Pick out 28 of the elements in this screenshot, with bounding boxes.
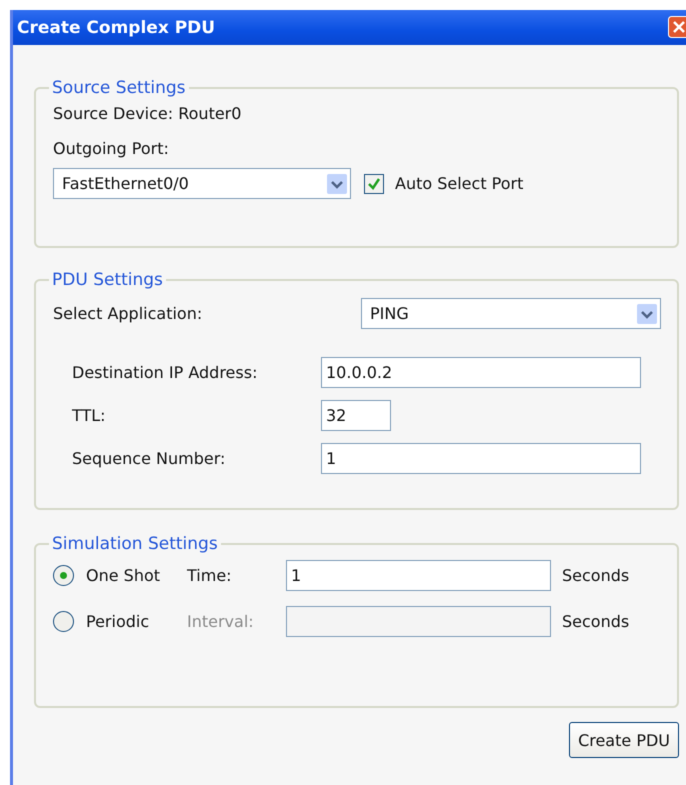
- input-field[interactable]: 1: [286, 560, 551, 591]
- port-dropdown[interactable]: FastEthernet0/0: [53, 168, 351, 199]
- group-title: PDU Settings: [51, 270, 164, 290]
- unit-label: Seconds: [562, 566, 630, 585]
- input-field[interactable]: [286, 606, 551, 637]
- window-title: Create Complex PDU: [17, 18, 216, 38]
- input-field[interactable]: 10.0.0.2: [321, 357, 641, 388]
- field-label: Destination IP Address:: [72, 363, 258, 382]
- radio-button[interactable]: [53, 565, 74, 586]
- unit-label: Seconds: [562, 612, 630, 631]
- checkbox[interactable]: [364, 174, 384, 194]
- group-title: Source Settings: [51, 78, 187, 98]
- application-dropdown[interactable]: PING: [361, 298, 661, 329]
- group-title: Simulation Settings: [51, 534, 219, 554]
- field-label: Sequence Number:: [72, 449, 226, 468]
- close-icon[interactable]: [668, 16, 686, 38]
- radio-label: One Shot: [86, 566, 162, 585]
- outgoing-port-label: Outgoing Port:: [53, 139, 170, 158]
- input-field[interactable]: 32: [321, 400, 391, 431]
- field-label: Interval:: [187, 612, 255, 631]
- input-field[interactable]: 1: [321, 443, 641, 474]
- create-pdu-button[interactable]: Create PDU: [569, 722, 679, 758]
- field-label: Time:: [187, 566, 233, 585]
- source-device-label: Source Device: Router0: [53, 104, 242, 123]
- field-label: Select Application:: [53, 304, 204, 323]
- field-label: TTL:: [72, 406, 107, 425]
- radio-label: Periodic: [86, 612, 150, 631]
- checkbox-label: Auto Select Port: [395, 174, 524, 193]
